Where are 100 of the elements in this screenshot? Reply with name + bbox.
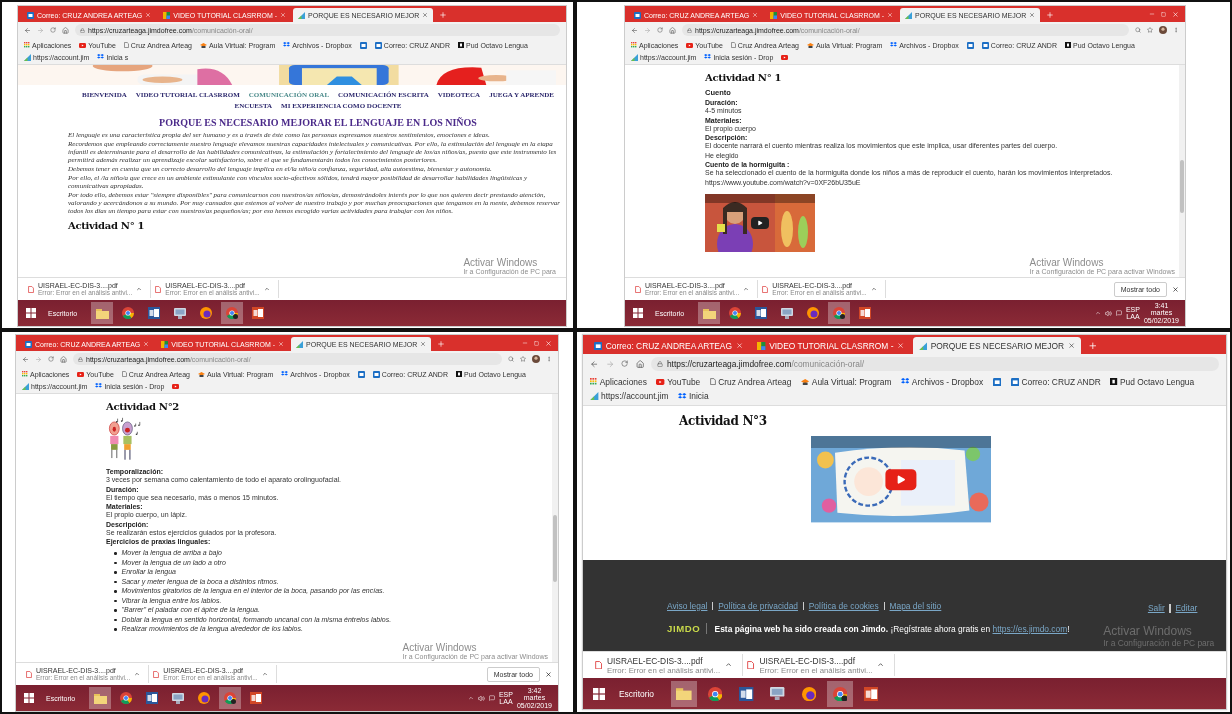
- new-tab-icon[interactable]: [437, 340, 446, 348]
- bookmark-item[interactable]: Pud Octavo Lengua: [1110, 375, 1195, 388]
- star-icon[interactable]: [520, 356, 526, 362]
- reload-icon[interactable]: [50, 27, 56, 33]
- close-icon[interactable]: [422, 12, 429, 18]
- scrollbar[interactable]: [1179, 65, 1185, 277]
- notification-icon[interactable]: [488, 695, 495, 701]
- bookmark-item[interactable]: [172, 381, 180, 391]
- windows-icon[interactable]: [592, 687, 605, 700]
- home-icon[interactable]: [635, 359, 645, 368]
- avatar-icon[interactable]: [1159, 26, 1167, 34]
- footer-link[interactable]: Salir: [1147, 603, 1165, 614]
- scrollbar[interactable]: [552, 394, 558, 662]
- footer-link[interactable]: Aviso legal: [667, 601, 708, 611]
- search-icon[interactable]: [508, 356, 514, 362]
- bullet-icon: [114, 590, 117, 593]
- page-icon: [123, 42, 129, 48]
- close-icon[interactable]: [887, 12, 894, 18]
- close-icon[interactable]: [420, 341, 427, 347]
- bookmark-item[interactable]: [992, 375, 1002, 388]
- bookmark-item[interactable]: Inicia: [678, 390, 709, 403]
- bookmark-item[interactable]: [357, 369, 365, 379]
- browser-tab[interactable]: Correo: CRUZ ANDREA ARTEAG: [587, 337, 749, 355]
- back-icon[interactable]: [631, 26, 638, 34]
- play-button[interactable]: [751, 217, 769, 229]
- back-icon[interactable]: [22, 355, 29, 363]
- reload-icon[interactable]: [621, 360, 629, 368]
- footer-link[interactable]: Editar: [1175, 603, 1198, 614]
- close-icon[interactable]: [278, 341, 285, 347]
- back-icon[interactable]: [24, 26, 31, 34]
- footer-link[interactable]: Política de cookies: [808, 601, 879, 611]
- taskbar-button[interactable]: [219, 687, 242, 709]
- reload-icon[interactable]: [48, 356, 54, 362]
- menu-icon[interactable]: [546, 356, 552, 362]
- file-icon: [747, 660, 755, 670]
- taskbar-button[interactable]: [91, 302, 114, 324]
- new-tab-icon[interactable]: [439, 11, 448, 19]
- windows-icon[interactable]: [633, 308, 643, 318]
- document-icon: [1110, 378, 1118, 386]
- address-field[interactable]: https://cruzarteaga.jimdofree.com/comunicación-oral/: [651, 356, 1219, 371]
- apps-icon: [24, 42, 30, 48]
- taskbar-button[interactable]: [221, 302, 244, 324]
- back-icon[interactable]: [590, 359, 599, 368]
- bookmark-item[interactable]: [781, 52, 789, 62]
- reload-icon[interactable]: [657, 27, 663, 33]
- browser-tab[interactable]: PORQUE ES NECESARIO MEJOR: [912, 337, 1081, 355]
- bookmark-item[interactable]: Archivos - Dropbox: [901, 375, 984, 388]
- bookmark-item[interactable]: YouTube: [656, 375, 701, 388]
- avatar-icon[interactable]: [532, 355, 540, 363]
- file-icon: [595, 660, 603, 670]
- search-icon[interactable]: [1135, 27, 1141, 33]
- chevron-icon[interactable]: [1094, 310, 1101, 316]
- volume-icon[interactable]: [1104, 309, 1112, 317]
- close-icon[interactable]: [280, 12, 287, 18]
- close-icon[interactable]: [1172, 285, 1179, 293]
- new-tab-icon[interactable]: [1046, 11, 1055, 19]
- browser-tab[interactable]: VIDEO TUTORIAL CLASRROM -: [751, 337, 911, 355]
- taskbar-button[interactable]: [670, 680, 698, 707]
- bookmark-item[interactable]: Aula Virtual: Program: [801, 375, 892, 388]
- bullet-icon: [114, 552, 117, 555]
- new-tab-icon[interactable]: [1087, 341, 1098, 351]
- footer-link[interactable]: Política de privacidad: [718, 601, 798, 611]
- maximize-icon[interactable]: [1161, 11, 1166, 17]
- hat-icon: [197, 371, 205, 377]
- close-icon[interactable]: [735, 342, 743, 350]
- star-icon[interactable]: [1147, 27, 1153, 33]
- menu-icon[interactable]: [1173, 27, 1179, 33]
- maximize-icon[interactable]: [534, 340, 539, 346]
- taskbar-button[interactable]: [698, 302, 721, 324]
- hat-icon: [801, 378, 810, 385]
- taskbar-button[interactable]: [89, 687, 112, 709]
- bookmark-item[interactable]: Aplicaciones: [590, 375, 647, 388]
- close-icon[interactable]: [1067, 342, 1075, 350]
- file-icon: [762, 285, 769, 293]
- close-icon[interactable]: [545, 670, 552, 678]
- footer-link[interactable]: Mapa del sitio: [889, 601, 942, 611]
- bookmark-item[interactable]: [966, 40, 974, 50]
- chevron-icon[interactable]: [467, 695, 474, 701]
- taskbar-button[interactable]: [826, 680, 854, 707]
- mail-icon: [357, 370, 365, 378]
- download-item[interactable]: UISRAEL-EC-DIS-3....pdf Error: Error en el análisis antivi...: [742, 654, 896, 676]
- bookmark-item[interactable]: https://account.jim: [590, 390, 669, 403]
- home-icon[interactable]: [62, 26, 69, 34]
- browser-icon: [833, 307, 846, 319]
- home-icon[interactable]: [669, 26, 676, 34]
- close-icon[interactable]: [1029, 12, 1036, 18]
- bookmark-item[interactable]: Correo: CRUZ ANDR: [1010, 375, 1101, 388]
- download-item[interactable]: UISRAEL-EC-DIS-3....pdf Error: Error en el análisis antivi...: [590, 654, 743, 676]
- home-icon[interactable]: [60, 355, 67, 363]
- bookmark-item[interactable]: Cruz Andrea Arteag: [709, 375, 792, 388]
- bookmark-item[interactable]: [359, 40, 367, 50]
- volume-icon[interactable]: [477, 694, 485, 702]
- box-icon: [281, 371, 289, 377]
- search-box-label[interactable]: Escritorio: [619, 688, 654, 699]
- taskbar-button[interactable]: [828, 302, 851, 324]
- apps-icon: [22, 371, 28, 377]
- close-icon[interactable]: [897, 342, 905, 350]
- windows-icon[interactable]: [24, 693, 34, 703]
- windows-icon[interactable]: [26, 308, 36, 318]
- notification-icon[interactable]: [1115, 310, 1122, 316]
